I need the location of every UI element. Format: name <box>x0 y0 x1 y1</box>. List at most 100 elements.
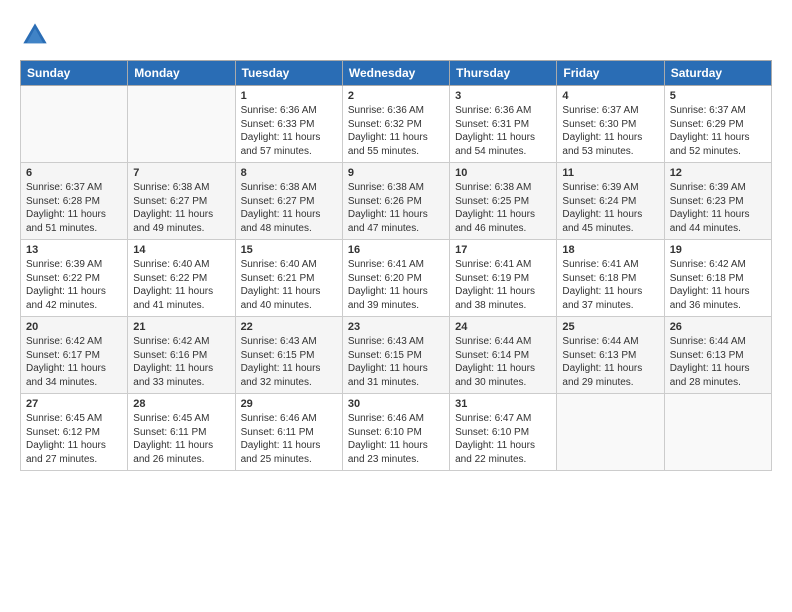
day-info: Sunrise: 6:40 AM Sunset: 6:22 PM Dayligh… <box>133 258 229 312</box>
calendar-week-row: 6Sunrise: 6:37 AM Sunset: 6:28 PM Daylig… <box>21 163 772 240</box>
calendar-cell: 11 Sunrise: 6:39 AM Sunset: 6:24 PM Dayli… <box>557 163 664 240</box>
calendar-cell: 14 Sunrise: 6:40 AM Sunset: 6:22 PM Dayli… <box>128 240 235 317</box>
day-info: Sunrise: 6:44 AM Sunset: 6:13 PM Dayligh… <box>562 335 658 389</box>
day-info: Sunrise: 6:39 AM Sunset: 6:22 PM Dayligh… <box>26 258 122 312</box>
day-number: 22 <box>241 321 337 333</box>
day-number: 25 <box>562 321 658 333</box>
day-info: Sunrise: 6:37 AM Sunset: 6:30 PM Dayligh… <box>562 104 658 158</box>
day-number: 12 <box>670 167 766 179</box>
day-info: Sunrise: 6:44 AM Sunset: 6:13 PM Dayligh… <box>670 335 766 389</box>
calendar-cell: 6Sunrise: 6:37 AM Sunset: 6:28 PM Daylig… <box>21 163 128 240</box>
day-number: 11 <box>562 167 658 179</box>
day-info: Sunrise: 6:45 AM Sunset: 6:11 PM Dayligh… <box>133 412 229 466</box>
day-number: 9 <box>348 167 444 179</box>
day-info: Sunrise: 6:40 AM Sunset: 6:21 PM Dayligh… <box>241 258 337 312</box>
header <box>20 20 772 50</box>
day-info: Sunrise: 6:38 AM Sunset: 6:25 PM Dayligh… <box>455 181 551 235</box>
day-number: 28 <box>133 398 229 410</box>
weekday-header-row: SundayMondayTuesdayWednesdayThursdayFrid… <box>21 61 772 86</box>
day-info: Sunrise: 6:41 AM Sunset: 6:20 PM Dayligh… <box>348 258 444 312</box>
page: SundayMondayTuesdayWednesdayThursdayFrid… <box>0 0 792 481</box>
day-number: 3 <box>455 90 551 102</box>
day-number: 7 <box>133 167 229 179</box>
day-info: Sunrise: 6:39 AM Sunset: 6:24 PM Dayligh… <box>562 181 658 235</box>
logo <box>20 20 52 50</box>
calendar-cell: 9 Sunrise: 6:38 AM Sunset: 6:26 PM Daylig… <box>342 163 449 240</box>
day-info: Sunrise: 6:43 AM Sunset: 6:15 PM Dayligh… <box>241 335 337 389</box>
day-number: 14 <box>133 244 229 256</box>
calendar-cell: 1Sunrise: 6:36 AM Sunset: 6:33 PM Daylig… <box>235 86 342 163</box>
weekday-header: Tuesday <box>235 61 342 86</box>
calendar-week-row: 1Sunrise: 6:36 AM Sunset: 6:33 PM Daylig… <box>21 86 772 163</box>
day-info: Sunrise: 6:45 AM Sunset: 6:12 PM Dayligh… <box>26 412 122 466</box>
day-number: 23 <box>348 321 444 333</box>
day-number: 10 <box>455 167 551 179</box>
calendar-table: SundayMondayTuesdayWednesdayThursdayFrid… <box>20 60 772 471</box>
calendar-cell <box>557 394 664 471</box>
day-number: 16 <box>348 244 444 256</box>
weekday-header: Wednesday <box>342 61 449 86</box>
day-info: Sunrise: 6:38 AM Sunset: 6:27 PM Dayligh… <box>241 181 337 235</box>
day-number: 30 <box>348 398 444 410</box>
calendar-cell: 24Sunrise: 6:44 AM Sunset: 6:14 PM Dayli… <box>450 317 557 394</box>
weekday-header: Monday <box>128 61 235 86</box>
day-number: 29 <box>241 398 337 410</box>
weekday-header: Saturday <box>664 61 771 86</box>
calendar-cell: 13 Sunrise: 6:39 AM Sunset: 6:22 PM Dayli… <box>21 240 128 317</box>
calendar-cell: 29 Sunrise: 6:46 AM Sunset: 6:11 PM Dayli… <box>235 394 342 471</box>
calendar-cell: 28 Sunrise: 6:45 AM Sunset: 6:11 PM Dayli… <box>128 394 235 471</box>
weekday-header: Sunday <box>21 61 128 86</box>
day-number: 18 <box>562 244 658 256</box>
day-info: Sunrise: 6:38 AM Sunset: 6:27 PM Dayligh… <box>133 181 229 235</box>
day-info: Sunrise: 6:41 AM Sunset: 6:19 PM Dayligh… <box>455 258 551 312</box>
calendar-cell: 5 Sunrise: 6:37 AM Sunset: 6:29 PM Daylig… <box>664 86 771 163</box>
calendar-cell: 2 Sunrise: 6:36 AM Sunset: 6:32 PM Daylig… <box>342 86 449 163</box>
day-number: 19 <box>670 244 766 256</box>
day-number: 4 <box>562 90 658 102</box>
generalblue-icon <box>20 20 50 50</box>
day-number: 20 <box>26 321 122 333</box>
day-info: Sunrise: 6:39 AM Sunset: 6:23 PM Dayligh… <box>670 181 766 235</box>
day-number: 31 <box>455 398 551 410</box>
day-number: 17 <box>455 244 551 256</box>
calendar-week-row: 13 Sunrise: 6:39 AM Sunset: 6:22 PM Dayli… <box>21 240 772 317</box>
day-info: Sunrise: 6:44 AM Sunset: 6:14 PM Dayligh… <box>455 335 551 389</box>
day-number: 5 <box>670 90 766 102</box>
day-info: Sunrise: 6:36 AM Sunset: 6:32 PM Dayligh… <box>348 104 444 158</box>
day-number: 13 <box>26 244 122 256</box>
day-info: Sunrise: 6:42 AM Sunset: 6:18 PM Dayligh… <box>670 258 766 312</box>
day-info: Sunrise: 6:37 AM Sunset: 6:28 PM Dayligh… <box>26 181 122 235</box>
day-info: Sunrise: 6:36 AM Sunset: 6:31 PM Dayligh… <box>455 104 551 158</box>
day-number: 1 <box>241 90 337 102</box>
day-number: 27 <box>26 398 122 410</box>
calendar-cell: 21Sunrise: 6:42 AM Sunset: 6:16 PM Dayli… <box>128 317 235 394</box>
calendar-cell: 30Sunrise: 6:46 AM Sunset: 6:10 PM Dayli… <box>342 394 449 471</box>
calendar-week-row: 20Sunrise: 6:42 AM Sunset: 6:17 PM Dayli… <box>21 317 772 394</box>
calendar-cell: 18 Sunrise: 6:41 AM Sunset: 6:18 PM Dayli… <box>557 240 664 317</box>
calendar-cell: 23Sunrise: 6:43 AM Sunset: 6:15 PM Dayli… <box>342 317 449 394</box>
day-info: Sunrise: 6:46 AM Sunset: 6:11 PM Dayligh… <box>241 412 337 466</box>
calendar-cell: 31 Sunrise: 6:47 AM Sunset: 6:10 PM Dayli… <box>450 394 557 471</box>
calendar-cell: 15 Sunrise: 6:40 AM Sunset: 6:21 PM Dayli… <box>235 240 342 317</box>
day-number: 15 <box>241 244 337 256</box>
calendar-cell: 25 Sunrise: 6:44 AM Sunset: 6:13 PM Dayli… <box>557 317 664 394</box>
calendar-cell: 20Sunrise: 6:42 AM Sunset: 6:17 PM Dayli… <box>21 317 128 394</box>
calendar-cell: 10 Sunrise: 6:38 AM Sunset: 6:25 PM Dayli… <box>450 163 557 240</box>
day-number: 21 <box>133 321 229 333</box>
day-info: Sunrise: 6:41 AM Sunset: 6:18 PM Dayligh… <box>562 258 658 312</box>
day-number: 26 <box>670 321 766 333</box>
calendar-cell <box>21 86 128 163</box>
day-info: Sunrise: 6:37 AM Sunset: 6:29 PM Dayligh… <box>670 104 766 158</box>
calendar-cell: 3 Sunrise: 6:36 AM Sunset: 6:31 PM Daylig… <box>450 86 557 163</box>
calendar-week-row: 27 Sunrise: 6:45 AM Sunset: 6:12 PM Dayli… <box>21 394 772 471</box>
calendar-cell: 27 Sunrise: 6:45 AM Sunset: 6:12 PM Dayli… <box>21 394 128 471</box>
calendar-cell: 8Sunrise: 6:38 AM Sunset: 6:27 PM Daylig… <box>235 163 342 240</box>
calendar-cell <box>664 394 771 471</box>
calendar-cell: 7 Sunrise: 6:38 AM Sunset: 6:27 PM Daylig… <box>128 163 235 240</box>
calendar-cell: 19 Sunrise: 6:42 AM Sunset: 6:18 PM Dayli… <box>664 240 771 317</box>
calendar-cell: 22 Sunrise: 6:43 AM Sunset: 6:15 PM Dayli… <box>235 317 342 394</box>
day-info: Sunrise: 6:47 AM Sunset: 6:10 PM Dayligh… <box>455 412 551 466</box>
day-info: Sunrise: 6:38 AM Sunset: 6:26 PM Dayligh… <box>348 181 444 235</box>
day-number: 2 <box>348 90 444 102</box>
calendar-cell: 16 Sunrise: 6:41 AM Sunset: 6:20 PM Dayli… <box>342 240 449 317</box>
